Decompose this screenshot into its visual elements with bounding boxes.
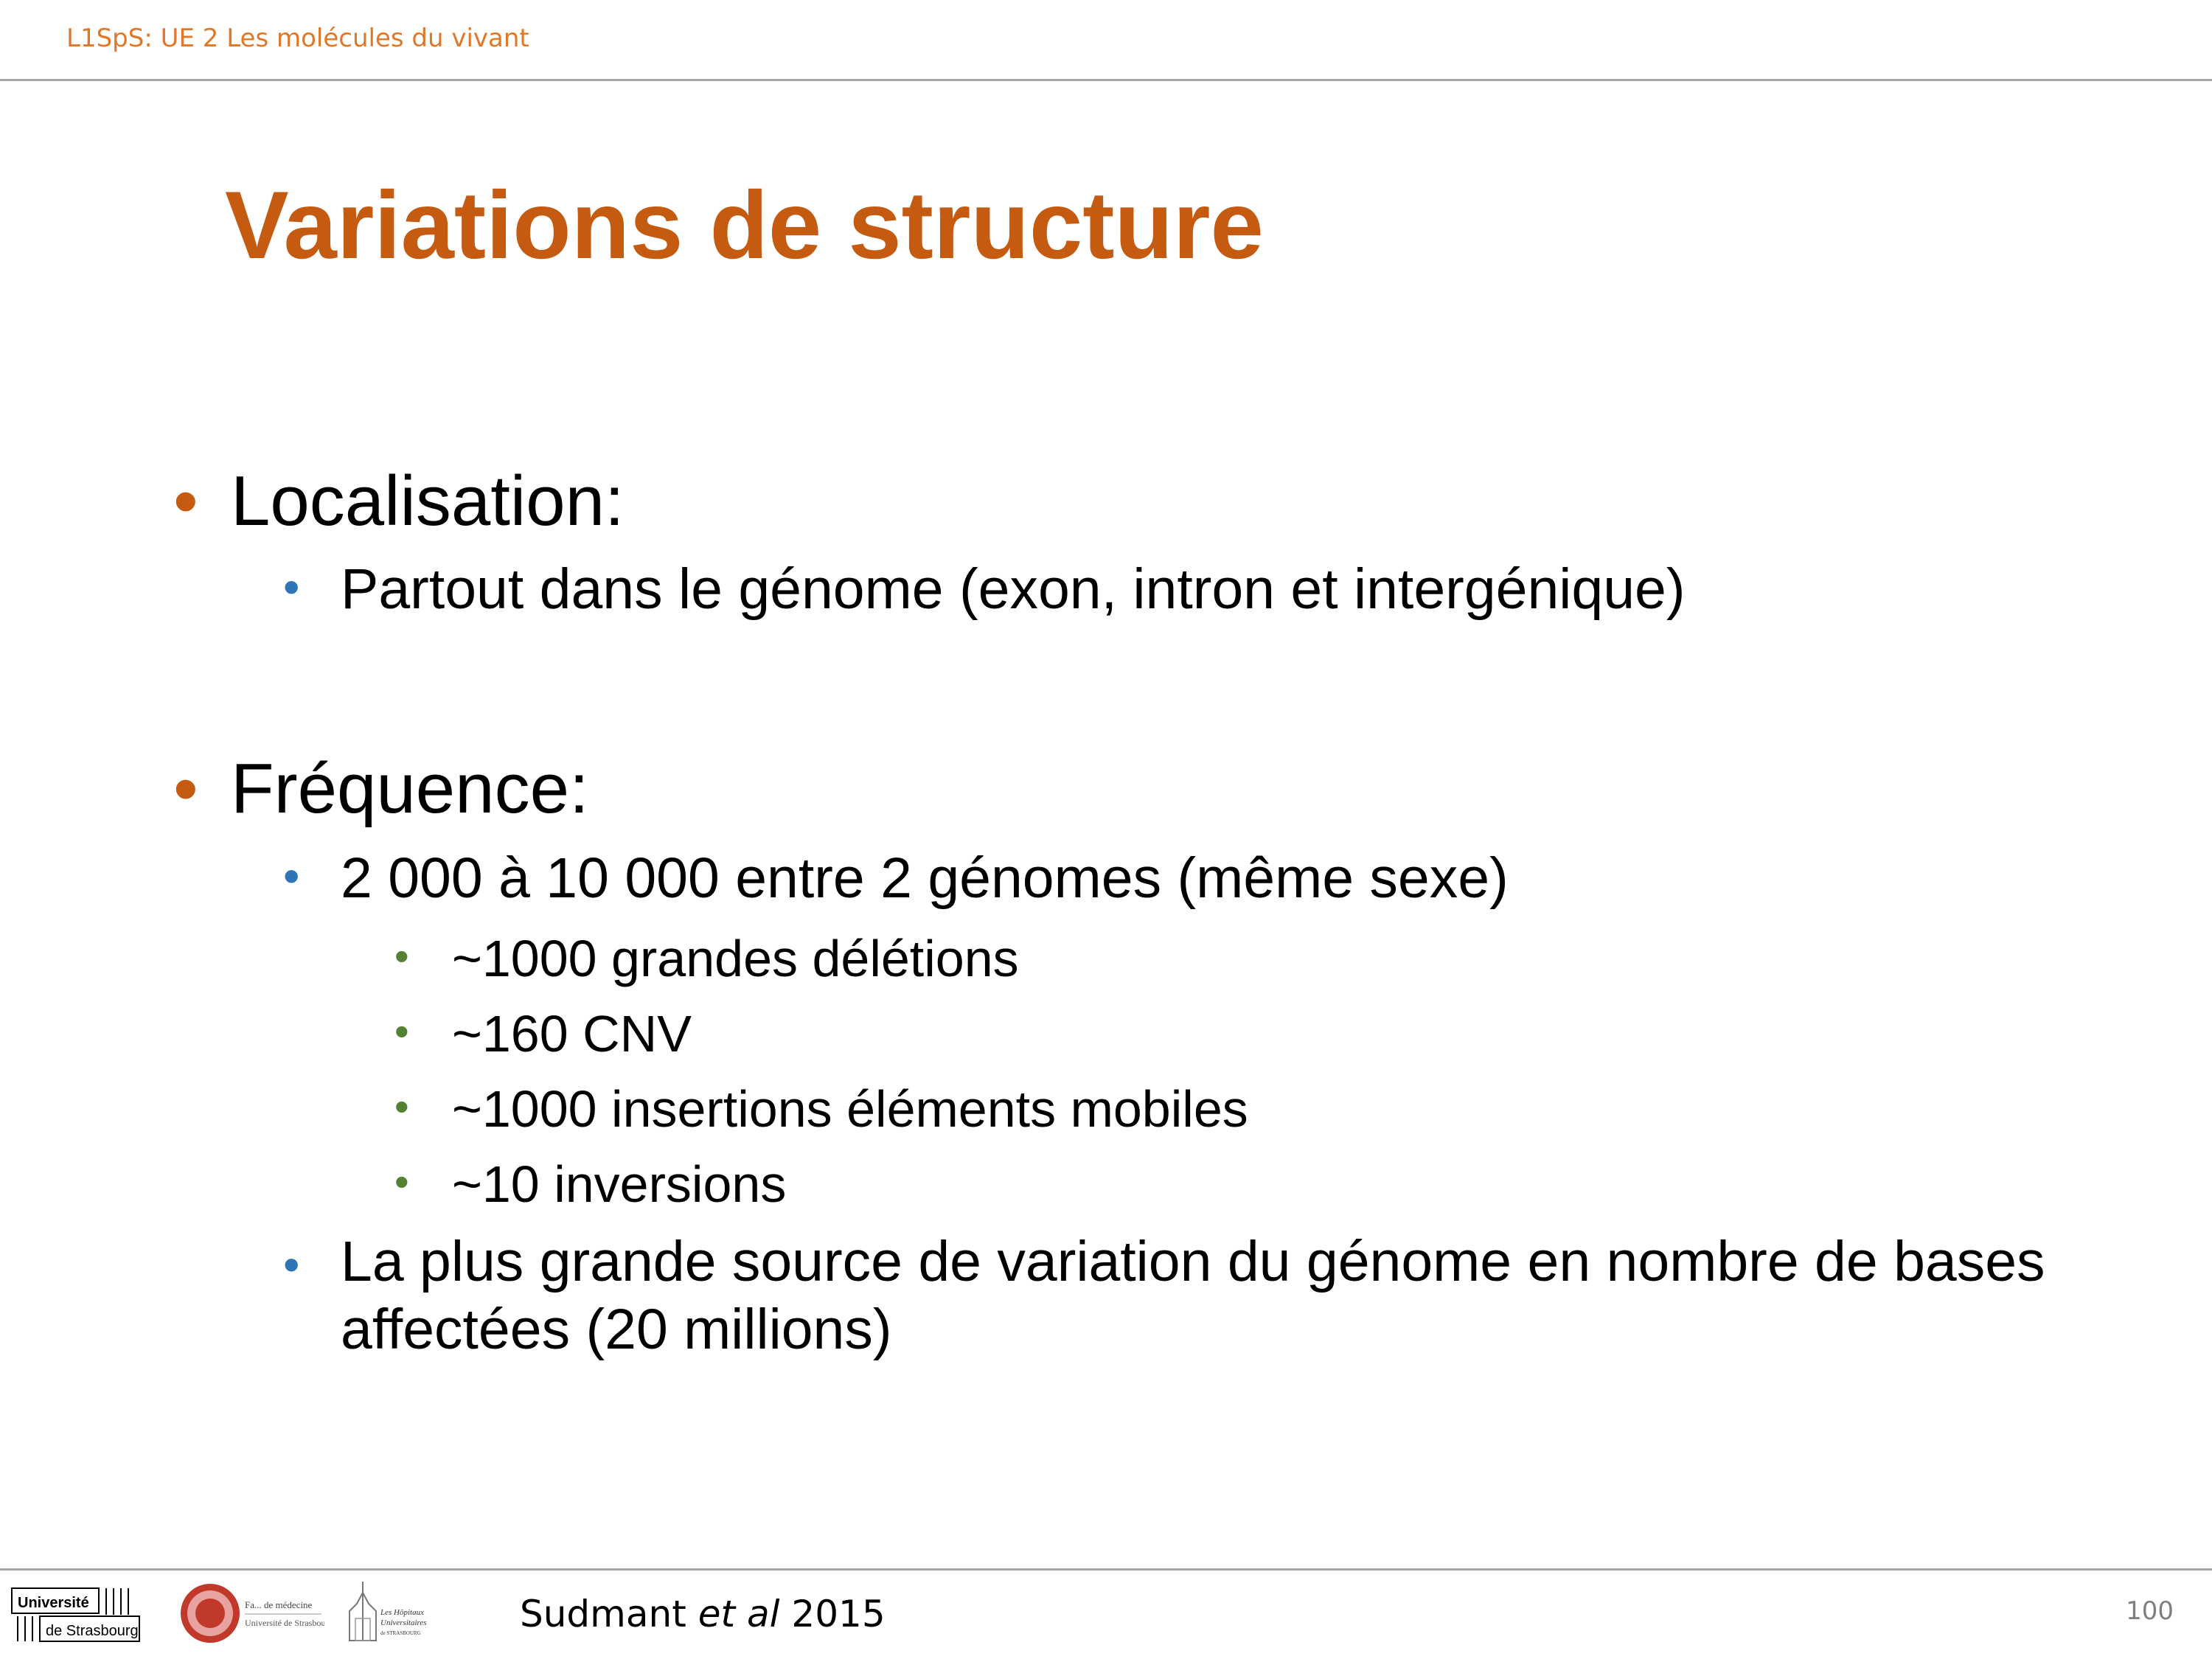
bullet-dot-icon: • (173, 462, 198, 540)
logo-text: de Strasbourg (46, 1623, 139, 1639)
bullet-dot-icon: • (173, 749, 198, 828)
course-header: L1SpS: UE 2 Les molécules du vivant (66, 24, 529, 53)
bullet-dot-icon: • (283, 849, 300, 902)
citation-etal: et al (698, 1593, 780, 1635)
universite-strasbourg-logo: Université de Strasbourg (11, 1587, 140, 1642)
list-item: • ~160 CNV (394, 1004, 692, 1063)
list-item-text: ~10 inversions (452, 1155, 787, 1213)
logo-text: Les Hôpitaux (380, 1608, 424, 1617)
logo-text: de STRASBOURG (380, 1630, 421, 1636)
list-item: • ~1000 insertions éléments mobiles (394, 1079, 1248, 1138)
faculte-medecine-seal-logo: Fa... de médecine Université de Strasbou… (181, 1584, 324, 1643)
logo-text: Universitaires (380, 1618, 427, 1627)
sub-bullet: • La plus grande source de variation du … (283, 1228, 2147, 1363)
bullet-label: Fréquence: (231, 749, 589, 828)
sub-bullet-text: La plus grande source de variation du gé… (341, 1230, 2045, 1361)
list-item-text: ~1000 insertions éléments mobiles (452, 1080, 1248, 1138)
page-number: 100 (2126, 1596, 2174, 1626)
bullet-dot-icon: • (283, 560, 300, 613)
bullet-dot-icon: • (394, 1008, 409, 1054)
slide: L1SpS: UE 2 Les molécules du vivant Vari… (0, 0, 2212, 1659)
footer-divider (0, 1568, 2212, 1571)
logo-text: Université de Strasbourg (245, 1618, 324, 1628)
list-item-text: ~1000 grandes délétions (452, 930, 1019, 987)
sub-bullet: • 2 000 à 10 000 entre 2 génomes (même s… (283, 846, 1509, 911)
citation-year: 2015 (791, 1593, 886, 1635)
bullet-label: Localisation: (231, 462, 625, 540)
sub-bullet: • Partout dans le génome (exon, intron e… (283, 557, 1686, 622)
hopitaux-universitaires-logo: Les Hôpitaux Universitaires de STRASBOUR… (349, 1582, 427, 1641)
list-item: • ~10 inversions (394, 1155, 787, 1214)
bullet-dot-icon: • (283, 1238, 300, 1291)
citation-author: Sudmant (520, 1593, 686, 1635)
bullet-localisation: • Localisation: (173, 461, 625, 542)
logo-text: Fa... de médecine (245, 1599, 313, 1610)
slide-title: Variations de structure (225, 171, 1264, 279)
list-item-text: ~160 CNV (452, 1005, 692, 1062)
bullet-dot-icon: • (394, 1083, 409, 1130)
citation: Sudmant et al 2015 (520, 1593, 886, 1635)
bullet-dot-icon: • (394, 1158, 409, 1205)
sub-bullet-text: 2 000 à 10 000 entre 2 génomes (même sex… (341, 846, 1509, 910)
list-item: • ~1000 grandes délétions (394, 929, 1019, 988)
sub-bullet-text: Partout dans le génome (exon, intron et … (341, 557, 1686, 621)
bullet-dot-icon: • (394, 933, 409, 979)
header-divider (0, 79, 2212, 81)
logo-text: Université (18, 1595, 89, 1611)
bullet-frequence: • Fréquence: (173, 748, 589, 830)
